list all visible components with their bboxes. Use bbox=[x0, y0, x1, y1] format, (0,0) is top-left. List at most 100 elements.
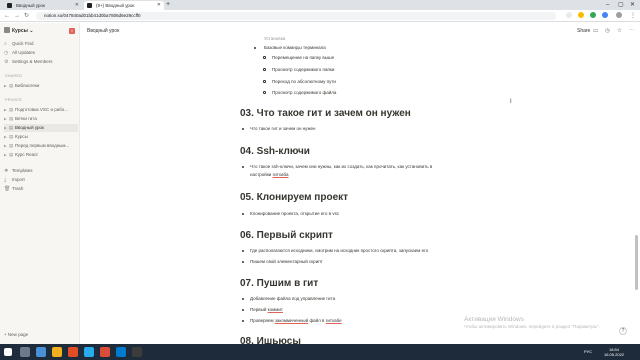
vscode-icon[interactable] bbox=[116, 347, 126, 357]
close-window-icon[interactable]: ✕ bbox=[630, 0, 635, 10]
forward-icon[interactable]: → bbox=[14, 11, 20, 21]
comments-icon[interactable]: ▭ bbox=[593, 28, 598, 34]
sub-bullet-icon bbox=[263, 91, 266, 94]
templates-item[interactable]: ❖ Templates bbox=[4, 167, 78, 175]
section-heading[interactable]: 05. Клонируем проект bbox=[240, 192, 348, 203]
extension-icon[interactable] bbox=[566, 12, 572, 18]
browser-tab-active[interactable]: (9+) Вводный урок ✕ bbox=[84, 1, 164, 10]
sub-bullet-icon bbox=[263, 80, 266, 83]
share-button[interactable]: Share bbox=[577, 28, 590, 34]
sidebar-page[interactable]: ▶ ▤ Ветки гита bbox=[4, 115, 78, 123]
windows-start-icon[interactable] bbox=[4, 348, 12, 356]
list-item[interactable]: Базовые команды терминала bbox=[264, 44, 326, 51]
text-run: настройки bbox=[250, 172, 273, 177]
link-github[interactable]: гитхаба bbox=[273, 172, 289, 177]
list-item[interactable]: Где располагаются исходники, смотрим на … bbox=[250, 247, 428, 254]
page-label: Подготовка VSC и рабо... bbox=[15, 107, 69, 112]
close-tab-icon[interactable]: ✕ bbox=[157, 1, 161, 10]
bullet-icon bbox=[242, 213, 244, 215]
file-explorer-icon[interactable] bbox=[52, 347, 62, 357]
list-item[interactable]: Клонирование проекта, открытие его в vsc bbox=[250, 210, 339, 217]
section-heading[interactable]: 07. Пушим в гит bbox=[240, 278, 318, 289]
settings-item[interactable]: ⚙ Settings & Members bbox=[4, 58, 78, 66]
trash-icon: 🗑 bbox=[4, 186, 11, 192]
list-item[interactable]: Что такое гит и зачем он нужен bbox=[250, 125, 315, 132]
page-label: Курсы bbox=[15, 134, 28, 139]
minimize-icon[interactable]: – bbox=[606, 0, 609, 10]
new-tab-icon[interactable]: + bbox=[166, 0, 170, 10]
close-sidebar-icon[interactable]: « bbox=[69, 28, 75, 34]
scrollbar-thumb[interactable] bbox=[635, 235, 638, 290]
list-item[interactable]: Первый коммит bbox=[250, 306, 283, 313]
sidebar-page[interactable]: ▶ ▤ Перед первым вводным... bbox=[4, 142, 78, 150]
close-tab-icon[interactable]: ✕ bbox=[75, 1, 79, 10]
section-heading[interactable]: 04. Ssh-ключи bbox=[240, 146, 310, 157]
sidebar-page[interactable]: ▶ ▤ Курс React bbox=[4, 151, 78, 159]
chrome-icon[interactable] bbox=[100, 347, 110, 357]
telegram-icon[interactable] bbox=[84, 347, 94, 357]
sidebar-page[interactable]: ▶ ▤ Подготовка VSC и рабо... bbox=[4, 106, 78, 114]
bullet-icon bbox=[242, 298, 244, 300]
app-icon[interactable] bbox=[132, 347, 142, 357]
page-label: Вводный урок bbox=[15, 125, 45, 130]
task-view-icon[interactable] bbox=[36, 347, 46, 357]
bullet-icon bbox=[242, 250, 244, 252]
list-item[interactable]: Пишем свой элементарный скрипт bbox=[250, 258, 323, 265]
list-item[interactable]: Просмотр содержимого файла bbox=[272, 89, 336, 96]
url-input[interactable]: notion.so/047840ad01bb41d0ba7806d6e29ccf… bbox=[36, 12, 556, 20]
back-icon[interactable]: ← bbox=[4, 11, 10, 21]
page-label: Курс React bbox=[15, 152, 38, 157]
list-item[interactable]: Что такое ssh-ключи, зачем они нужны, ка… bbox=[250, 163, 432, 170]
all-updates-item[interactable]: ◷ All Updates bbox=[4, 49, 78, 57]
browser-menu-icon[interactable]: ⋮ bbox=[630, 11, 636, 21]
workspace-switcher[interactable]: Курсы ⌄ bbox=[4, 27, 33, 35]
section-heading[interactable]: 06. Первый скрипт bbox=[240, 230, 333, 241]
new-page-button[interactable]: + New page bbox=[4, 331, 28, 338]
quick-find-item[interactable]: ⌕ Quick Find bbox=[4, 40, 78, 48]
address-bar-row: ← → ↻ notion.so/047840ad01bb41d0ba7806d6… bbox=[0, 10, 640, 22]
windows-activation-title: Активация Windows bbox=[464, 316, 524, 323]
list-item[interactable]: Переход по абсолютному пути bbox=[272, 78, 336, 85]
breadcrumb[interactable]: Вводный урок bbox=[87, 28, 119, 34]
list-item[interactable]: Добавление файла под управление гита bbox=[250, 295, 335, 302]
browser-tab[interactable]: Вводный урок ✕ bbox=[4, 1, 82, 10]
system-clock[interactable]: 18:54 16.05.2022 bbox=[604, 347, 624, 357]
download-icon: ⤓ bbox=[4, 177, 7, 183]
list-item-continuation[interactable]: настройки гитхаба bbox=[250, 171, 288, 178]
sidebar-page-active[interactable]: ▶ ▤ Вводный урок bbox=[4, 124, 78, 132]
sidebar-page[interactable]: ▶ ▤ Курсы bbox=[4, 133, 78, 141]
page-label: Перед первым вводным... bbox=[15, 143, 70, 148]
workspace-logo-icon bbox=[4, 27, 10, 33]
bullet-icon bbox=[254, 47, 256, 49]
extension-icon[interactable] bbox=[602, 12, 608, 18]
updates-clock-icon[interactable]: ◷ bbox=[605, 28, 610, 34]
import-item[interactable]: ⤓ Import bbox=[4, 176, 78, 184]
section-heading[interactable]: 03. Что такое гит и зачем он нужен bbox=[240, 108, 411, 119]
tab-title: Вводный урок bbox=[16, 3, 46, 8]
reload-icon[interactable]: ↻ bbox=[24, 11, 29, 21]
link-commit[interactable]: коммит bbox=[268, 307, 283, 312]
more-options-icon[interactable]: ⋯ bbox=[629, 28, 635, 34]
search-taskbar-icon[interactable] bbox=[20, 347, 30, 357]
list-item[interactable]: Проверяем закоммиченный файл в гитхабе bbox=[250, 317, 342, 324]
link-committed[interactable]: закоммиченный bbox=[275, 318, 308, 323]
profile-avatar[interactable] bbox=[616, 12, 622, 18]
maximize-icon[interactable]: ▢ bbox=[618, 0, 624, 10]
text-run: Первый bbox=[250, 307, 268, 312]
page-label: Библиотеки bbox=[15, 83, 40, 88]
extension-icon[interactable] bbox=[590, 12, 596, 18]
help-button[interactable]: ? bbox=[619, 327, 627, 335]
favorite-star-icon[interactable]: ☆ bbox=[617, 28, 622, 34]
trash-item[interactable]: 🗑 Trash bbox=[4, 185, 78, 193]
app-icon[interactable] bbox=[68, 347, 78, 357]
settings-label: Settings & Members bbox=[12, 59, 53, 64]
link-github[interactable]: гитхабе bbox=[326, 318, 342, 323]
text-cursor-icon: I bbox=[510, 99, 512, 105]
tab-title: (9+) Вводный урок bbox=[96, 3, 135, 8]
search-icon: ⌕ bbox=[4, 41, 7, 47]
extension-icon[interactable] bbox=[578, 12, 584, 18]
language-indicator[interactable]: РУС bbox=[584, 349, 592, 354]
sidebar-page-biblioteki[interactable]: ▶ ▤ Библиотеки bbox=[4, 82, 78, 90]
list-item[interactable]: Перемещение на папку выше bbox=[272, 54, 334, 61]
list-item[interactable]: Просмотр содержимого папки bbox=[272, 66, 334, 73]
